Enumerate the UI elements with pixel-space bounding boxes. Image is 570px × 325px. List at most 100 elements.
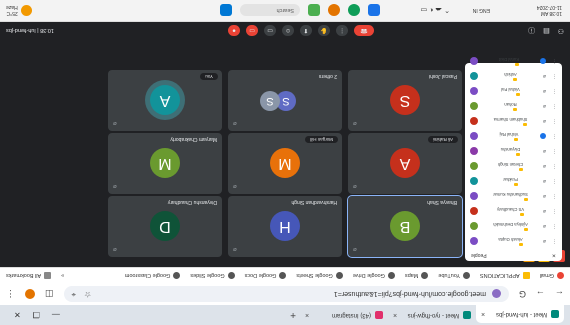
participant-row[interactable]: ⋮ Vishal Raj [465, 129, 562, 144]
mic-off-icon[interactable]: ⌀ [543, 209, 546, 215]
raise-hand-button[interactable]: ✋ [318, 25, 330, 36]
mic-off-icon[interactable]: ⌀ [543, 179, 546, 185]
participant-row[interactable]: ⋮ Kunal Dixit [465, 54, 562, 69]
chat-icon[interactable]: ▤ [543, 26, 550, 36]
mic-off-icon[interactable]: ⌀ [543, 239, 546, 245]
mic-off-icon[interactable]: ⌀ [543, 119, 546, 125]
more-vert-icon[interactable]: ⋮ [552, 164, 557, 170]
mic-off-icon[interactable]: ⌀ [543, 149, 546, 155]
browser-tab[interactable]: Meet - ryo-fhgw-jns × [388, 307, 476, 323]
browser-tab[interactable]: Meet - luh-fwnd-jbs × [476, 305, 564, 323]
bookmarks-overflow-button[interactable]: » [61, 273, 64, 279]
participant-tile[interactable]: M Maryam Chakraborty ⌀ [108, 133, 222, 194]
participant-row[interactable]: ⋮ ⌀ VS Chaudhary [465, 204, 562, 219]
more-vert-icon[interactable]: ⋮ [552, 134, 557, 140]
participant-row[interactable]: ⋮ ⌀ Prakhar [465, 174, 562, 189]
windows-start-icon[interactable] [220, 4, 232, 17]
participant-row[interactable]: ⋮ ⌀ Ajinkya Deshmukh [465, 219, 562, 234]
weather-icon[interactable] [20, 5, 32, 16]
more-options-button[interactable]: ⋮ [336, 25, 348, 36]
participant-row[interactable]: ⋮ ⌀ Sudhanshu Kumar [465, 189, 562, 204]
muted-mic-icon: ⌀ [233, 183, 237, 189]
participant-tile[interactable]: A Ali Rahimi ⌀ [348, 133, 462, 194]
cast-icon[interactable]: ⌖ [72, 289, 77, 299]
language-indicator[interactable]: ENG IN [473, 8, 490, 14]
panel-close-icon[interactable]: ✕ [552, 252, 556, 258]
url-input[interactable]: meet.google.com/luh-fwnd-jbs?pli=1&authu… [63, 286, 509, 302]
reload-button[interactable]: G [519, 289, 526, 299]
participant-row[interactable]: ⋮ ⌀ Chetan Singh [465, 159, 562, 174]
participant-tile[interactable]: D Divyanshu Chaudhary ⌀ [108, 196, 222, 257]
bookmark[interactable]: Google Classroom [125, 272, 181, 279]
mic-off-icon[interactable]: ⌀ [543, 89, 546, 95]
mic-button[interactable]: ● [228, 25, 240, 36]
bookmark[interactable]: Gmail [540, 272, 564, 279]
bookmark-star-icon[interactable]: ☆ [84, 289, 91, 299]
extensions-icon[interactable]: ◫ [45, 289, 54, 300]
more-vert-icon[interactable]: ⋮ [552, 209, 557, 215]
profile-icon[interactable] [328, 4, 340, 17]
captions-button[interactable]: ▭ [264, 25, 276, 36]
minimize-button[interactable]: — [52, 311, 60, 320]
more-vert-icon[interactable]: ⋮ [552, 224, 557, 230]
profile-avatar[interactable] [25, 289, 35, 299]
bookmark[interactable]: Maps [405, 272, 429, 279]
chrome-icon[interactable] [348, 4, 360, 17]
menu-icon[interactable]: ⋮ [6, 289, 15, 300]
participant-tile[interactable]: H Harshvardhan Singh ⌀ [228, 196, 342, 257]
mic-off-icon[interactable]: ⌀ [543, 164, 546, 170]
more-vert-icon[interactable]: ⋮ [552, 239, 557, 245]
mic-off-icon[interactable]: ⌀ [543, 194, 546, 200]
participant-row[interactable]: ⋮ ⌀ Divyanshu [465, 144, 562, 159]
participant-row[interactable]: ⋮ ⌀ Shubham Sharma [465, 114, 562, 129]
mic-off-icon[interactable]: ⌀ [543, 224, 546, 230]
participant-tile[interactable]: B Bhavya Shah ⌀ [347, 195, 463, 258]
site-info-icon[interactable] [491, 289, 501, 299]
bookmark[interactable]: Google Slides [190, 272, 235, 279]
participant-tile[interactable]: A You ⌀ [108, 70, 222, 131]
store-icon[interactable] [308, 4, 320, 17]
more-vert-icon[interactable]: ⋮ [552, 149, 557, 155]
new-tab-button[interactable]: + [290, 310, 296, 321]
more-vert-icon[interactable]: ⋮ [552, 59, 557, 65]
mic-off-icon[interactable]: ⌀ [543, 74, 546, 80]
bookmark[interactable]: YouTube [438, 272, 470, 279]
participant-row[interactable]: ⋮ ⌀ Akash Gupta [465, 234, 562, 249]
mic-off-icon[interactable]: ⌀ [543, 104, 546, 110]
emoji-button[interactable]: ☺ [282, 25, 294, 36]
more-vert-icon[interactable]: ⋮ [552, 194, 557, 200]
participant-info: VS Chaudhary [497, 207, 525, 216]
taskbar-search[interactable]: Search [240, 4, 300, 17]
info-circle-icon[interactable]: ⓘ [528, 26, 535, 36]
edge-icon[interactable] [368, 4, 380, 17]
close-tab-icon[interactable]: × [481, 311, 485, 318]
camera-button[interactable]: ▭ [246, 25, 258, 36]
leave-call-button[interactable]: ☎ [354, 25, 374, 36]
back-button[interactable]: ← [555, 289, 564, 299]
browser-tab[interactable]: (43) Instagram × [300, 307, 388, 323]
participant-row[interactable]: ⋮ ⌀ Vishal Pal [465, 84, 562, 99]
more-vert-icon[interactable]: ⋮ [552, 179, 557, 185]
participant-row[interactable]: ⋮ ⌀ Rohan [465, 99, 562, 114]
forward-button[interactable]: → [536, 289, 545, 299]
more-vert-icon[interactable]: ⋮ [552, 104, 557, 110]
participant-tile[interactable]: M Morgan Hill ⌀ [228, 133, 342, 194]
more-vert-icon[interactable]: ⋮ [552, 74, 557, 80]
maximize-button[interactable]: ❐ [33, 311, 40, 320]
bookmark[interactable]: Google Drive [353, 272, 395, 279]
close-tab-icon[interactable]: × [305, 312, 309, 319]
bookmark[interactable]: Google Sheets [296, 272, 343, 279]
participant-tile[interactable]: SS2 others ⌀ [228, 70, 342, 131]
more-vert-icon[interactable]: ⋮ [552, 89, 557, 95]
bookmark[interactable]: APPLICATIONS [480, 272, 530, 279]
participant-row[interactable]: ⋮ ⌀ Ashish [465, 69, 562, 84]
present-button[interactable]: ⬆ [300, 25, 312, 36]
more-vert-icon[interactable]: ⋮ [552, 119, 557, 125]
participant-row-name: Prakhar [503, 177, 518, 182]
participant-tile[interactable]: S Pascal Joshi ⌀ [348, 70, 462, 131]
bookmark[interactable]: Google Docs [245, 272, 287, 279]
close-tab-icon[interactable]: × [393, 312, 397, 319]
close-window-button[interactable]: ✕ [14, 311, 21, 320]
all-bookmarks-button[interactable]: All Bookmarks [6, 272, 52, 279]
people-icon[interactable]: ⚇ [558, 26, 564, 36]
